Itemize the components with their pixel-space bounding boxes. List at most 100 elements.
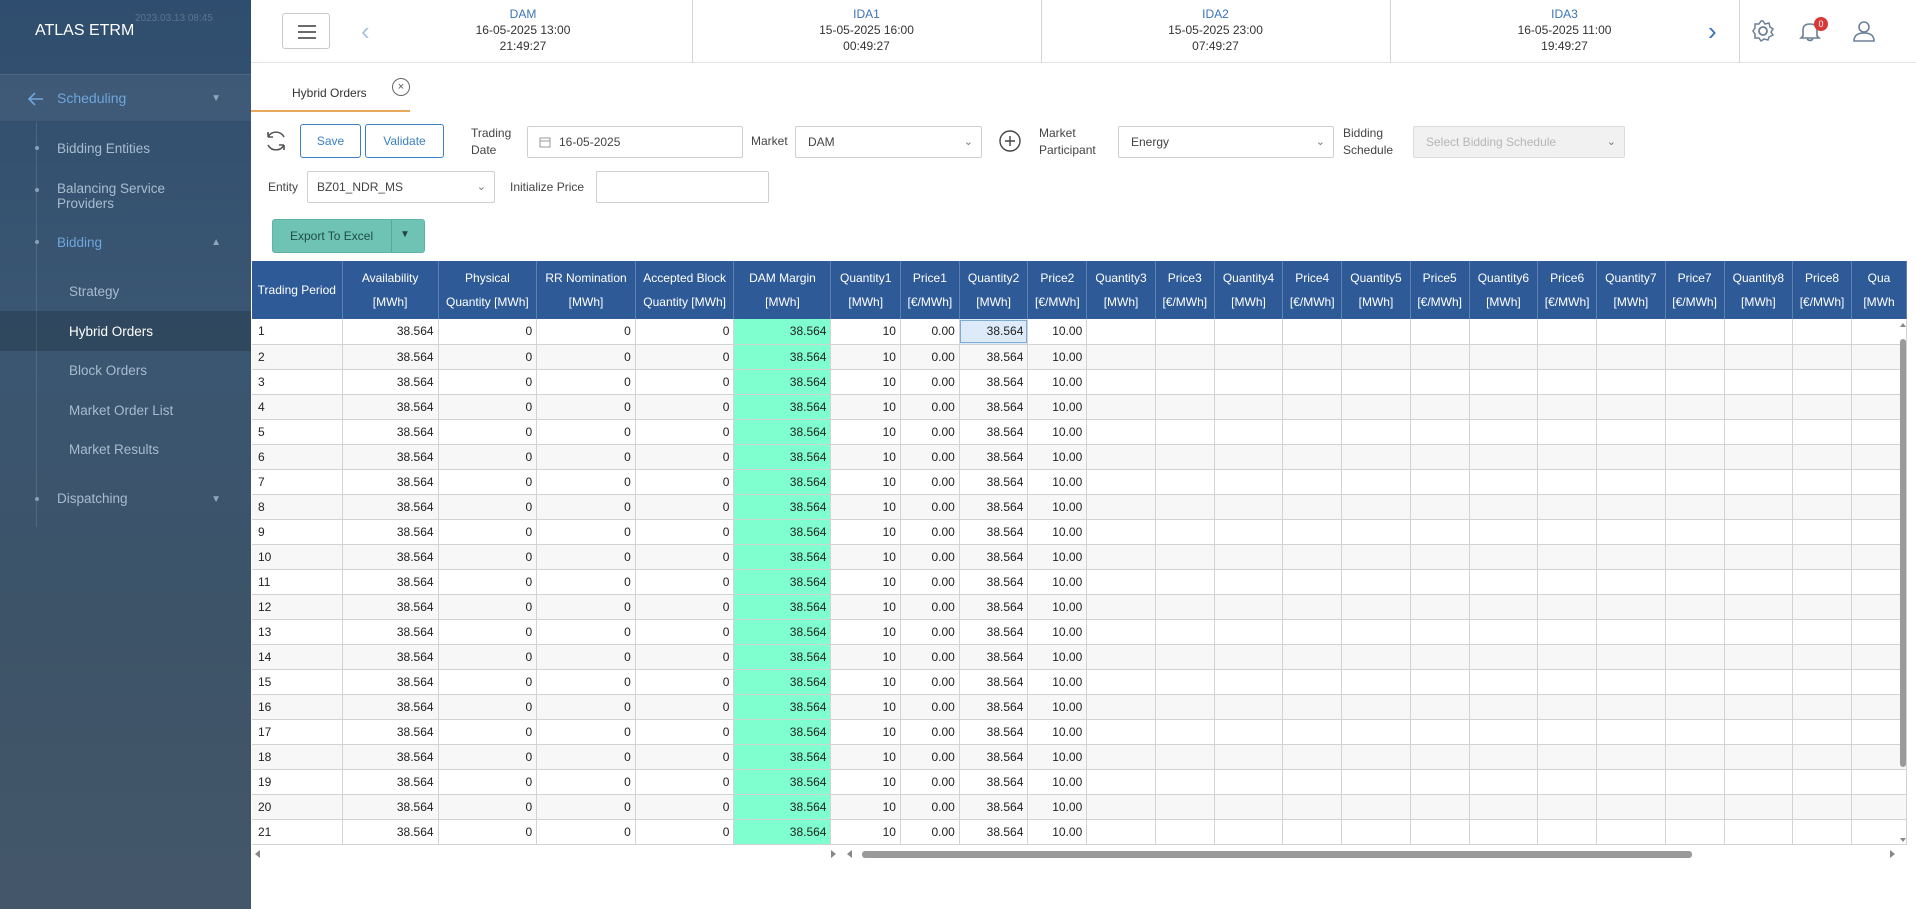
table-cell[interactable]: 38.564 (342, 619, 439, 645)
table-cell[interactable] (1341, 394, 1411, 420)
table-cell[interactable] (1537, 344, 1598, 370)
table-cell[interactable]: 10.00 (1027, 394, 1088, 420)
table-cell[interactable] (1596, 344, 1666, 370)
column-header[interactable]: Quantity4 [MWh] (1214, 261, 1284, 319)
table-cell[interactable] (1596, 794, 1666, 820)
table-cell[interactable] (1537, 794, 1598, 820)
sidebar-item-balancing-service-providers[interactable]: Balancing Service Providers (57, 181, 217, 211)
table-cell[interactable] (1282, 644, 1343, 670)
table-cell[interactable]: 0 (536, 769, 636, 795)
table-cell[interactable]: 38.564 (959, 744, 1029, 770)
add-circle-icon[interactable] (998, 129, 1022, 153)
table-cell[interactable] (1469, 544, 1539, 570)
table-cell[interactable]: 10.00 (1027, 344, 1088, 370)
table-cell[interactable] (1665, 669, 1725, 695)
table-cell[interactable] (1596, 669, 1666, 695)
table-cell[interactable] (1282, 594, 1343, 620)
table-cell[interactable]: 0.00 (900, 319, 960, 345)
table-cell[interactable] (1341, 569, 1411, 595)
table-cell[interactable]: 0 (536, 369, 636, 395)
table-cell[interactable] (1282, 769, 1343, 795)
table-cell[interactable] (1792, 519, 1852, 545)
table-cell[interactable] (1410, 769, 1470, 795)
table-cell[interactable] (1214, 644, 1284, 670)
table-cell[interactable] (1596, 369, 1666, 395)
table-cell[interactable]: 38.564 (733, 594, 832, 620)
table-cell[interactable]: 10 (830, 594, 901, 620)
table-cell[interactable] (1410, 594, 1470, 620)
chevron-right-icon[interactable]: › (1708, 16, 1717, 47)
table-cell[interactable]: 38.564 (959, 394, 1029, 420)
table-cell[interactable] (1469, 319, 1539, 345)
table-cell[interactable] (1410, 469, 1470, 495)
table-cell[interactable]: 0 (536, 669, 636, 695)
table-cell[interactable] (1282, 419, 1343, 445)
table-cell[interactable] (1665, 394, 1725, 420)
table-cell[interactable] (1155, 544, 1215, 570)
table-cell[interactable] (1596, 644, 1666, 670)
table-cell[interactable] (1537, 569, 1598, 595)
table-cell[interactable]: 0 (635, 594, 735, 620)
table-cell[interactable] (1155, 794, 1215, 820)
table-cell[interactable]: 9 (252, 519, 343, 545)
table-cell[interactable]: 0 (438, 744, 538, 770)
table-cell[interactable]: 38.564 (733, 469, 832, 495)
table-cell[interactable] (1214, 419, 1284, 445)
column-header[interactable]: Accepted Block Quantity [MWh] (635, 261, 735, 319)
table-cell[interactable] (1665, 794, 1725, 820)
table-cell[interactable] (1469, 419, 1539, 445)
table-cell[interactable]: 0 (536, 469, 636, 495)
table-cell[interactable]: 0 (536, 794, 636, 820)
table-cell[interactable] (1086, 719, 1156, 745)
column-header[interactable]: Price8 [€/MWh] (1792, 261, 1852, 319)
table-cell[interactable] (1537, 594, 1598, 620)
validate-button[interactable]: Validate (365, 124, 444, 158)
table-cell[interactable]: 0 (635, 344, 735, 370)
table-cell[interactable] (1155, 744, 1215, 770)
table-cell[interactable] (1410, 544, 1470, 570)
table-cell[interactable] (1596, 444, 1666, 470)
table-cell[interactable] (1214, 544, 1284, 570)
table-cell[interactable] (1341, 419, 1411, 445)
table-cell[interactable] (1537, 444, 1598, 470)
table-cell[interactable]: 38.564 (959, 444, 1029, 470)
table-cell[interactable] (1469, 494, 1539, 520)
table-cell[interactable] (1724, 794, 1794, 820)
table-cell[interactable]: 10.00 (1027, 744, 1088, 770)
table-cell[interactable] (1410, 694, 1470, 720)
table-cell[interactable] (1282, 494, 1343, 520)
table-cell[interactable]: 10 (830, 769, 901, 795)
table-cell[interactable]: 0 (536, 694, 636, 720)
table-cell[interactable]: 14 (252, 644, 343, 670)
table-cell[interactable]: 8 (252, 494, 343, 520)
table-cell[interactable] (1469, 619, 1539, 645)
table-cell[interactable] (1537, 694, 1598, 720)
table-cell[interactable]: 10 (830, 569, 901, 595)
table-cell[interactable]: 38.564 (733, 569, 832, 595)
table-cell[interactable] (1086, 319, 1156, 345)
table-cell[interactable] (1410, 444, 1470, 470)
column-header[interactable]: Quantity6 [MWh] (1469, 261, 1539, 319)
market-clock-dam[interactable]: DAM 16-05-2025 13:00 21:49:27 (405, 0, 641, 63)
table-cell[interactable] (1214, 444, 1284, 470)
table-cell[interactable]: 10.00 (1027, 494, 1088, 520)
table-cell[interactable] (1469, 594, 1539, 620)
table-cell[interactable]: 38.564 (959, 519, 1029, 545)
table-cell[interactable] (1596, 594, 1666, 620)
table-cell[interactable] (1410, 319, 1470, 345)
table-cell[interactable]: 38.564 (733, 344, 832, 370)
table-cell[interactable] (1214, 819, 1284, 845)
table-cell[interactable] (1341, 819, 1411, 845)
table-cell[interactable] (1282, 469, 1343, 495)
table-cell[interactable] (1410, 619, 1470, 645)
sidebar-item-bidding-entities[interactable]: Bidding Entities (57, 141, 150, 156)
table-cell[interactable]: 0.00 (900, 794, 960, 820)
table-cell[interactable]: 0 (438, 694, 538, 720)
table-cell[interactable]: 10 (830, 694, 901, 720)
table-cell[interactable]: 38.564 (342, 319, 439, 345)
table-cell[interactable]: 38.564 (733, 319, 832, 345)
table-cell[interactable] (1410, 494, 1470, 520)
table-cell[interactable] (1086, 344, 1156, 370)
table-cell[interactable] (1724, 519, 1794, 545)
table-cell[interactable] (1665, 319, 1725, 345)
